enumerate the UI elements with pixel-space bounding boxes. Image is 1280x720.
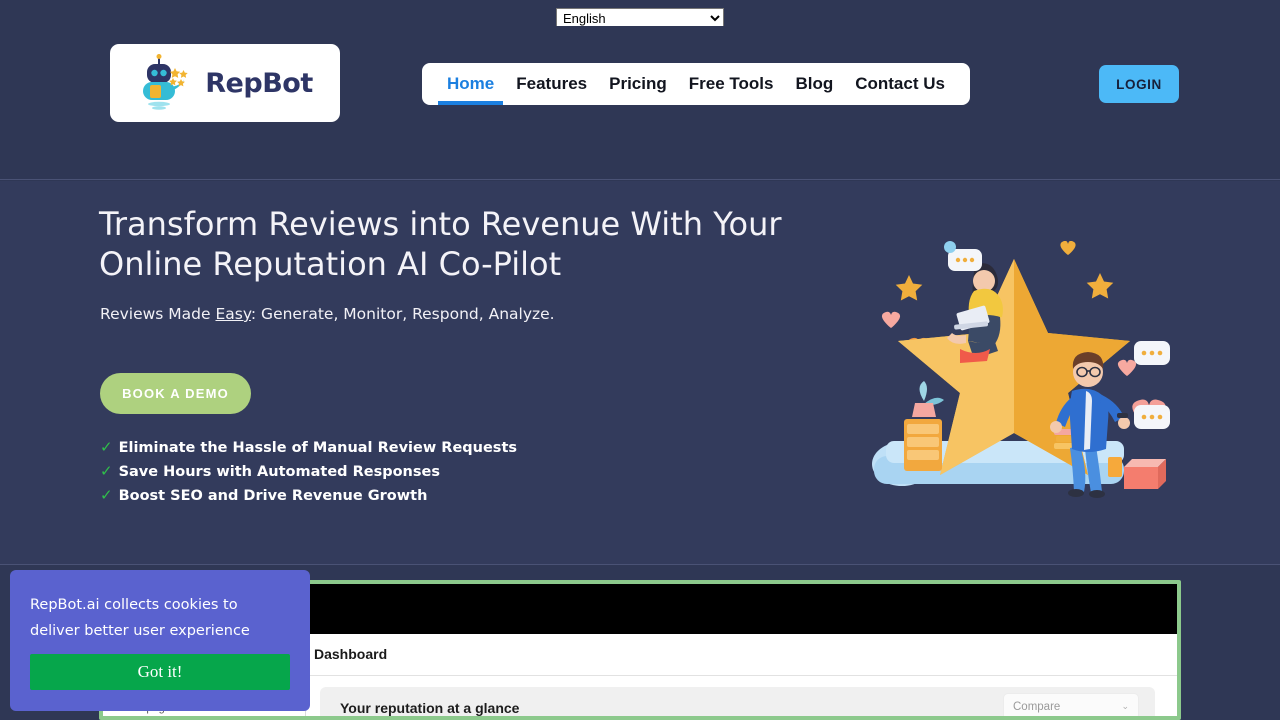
- main-nav: Home Features Pricing Free Tools Blog Co…: [422, 63, 970, 105]
- book-a-demo-button[interactable]: BOOK A DEMO: [100, 373, 251, 414]
- hero-section: Transform Reviews into Revenue With Your…: [0, 181, 1280, 565]
- nav-item-home[interactable]: Home: [436, 63, 505, 105]
- site-header: RepBot Home Features Pricing Free Tools …: [0, 26, 1280, 180]
- nav-item-pricing[interactable]: Pricing: [598, 63, 678, 105]
- dashboard-main: Dashboard Your reputation at a glance Co…: [306, 634, 1177, 716]
- check-mark-icon: ✓: [100, 486, 113, 504]
- nav-item-contact-us[interactable]: Contact Us: [844, 63, 956, 105]
- benefit-label: Eliminate the Hassle of Manual Review Re…: [118, 440, 518, 456]
- list-item: ✓ Save Hours with Automated Responses: [100, 462, 517, 486]
- compare-dropdown[interactable]: Compare ⌄: [1003, 693, 1139, 716]
- list-item: ✓ Eliminate the Hassle of Manual Review …: [100, 438, 517, 462]
- nav-item-free-tools[interactable]: Free Tools: [678, 63, 785, 105]
- dashboard-page-title: Dashboard: [314, 646, 388, 662]
- hero-title-line-1: Transform Reviews into Revenue With Your: [99, 205, 782, 243]
- compare-dropdown-label: Compare: [1013, 700, 1061, 713]
- hero-subtitle-suffix: : Generate, Monitor, Respond, Analyze.: [250, 305, 555, 323]
- hero-benefit-list: ✓ Eliminate the Hassle of Manual Review …: [100, 438, 517, 510]
- 3d-star-with-people-illustration: [872, 241, 1170, 498]
- logo[interactable]: RepBot: [110, 44, 340, 122]
- check-mark-icon: ✓: [100, 462, 113, 480]
- nav-item-features[interactable]: Features: [505, 63, 598, 105]
- login-button[interactable]: LOGIN: [1099, 65, 1179, 103]
- cookie-consent-banner: RepBot.ai collects cookies to deliver be…: [10, 570, 310, 711]
- hero-title-line-2: Online Reputation AI Co-Pilot: [99, 245, 562, 283]
- reputation-card-title: Your reputation at a glance: [340, 700, 520, 716]
- cookie-message: RepBot.ai collects cookies to deliver be…: [30, 592, 290, 644]
- divider: [306, 675, 1177, 676]
- robot-with-stars-icon: [143, 54, 188, 110]
- list-item: ✓ Boost SEO and Drive Revenue Growth: [100, 486, 517, 510]
- page-title: Transform Reviews into Revenue With Your…: [99, 204, 799, 284]
- cookie-message-line-1: RepBot.ai collects cookies to: [30, 597, 238, 613]
- cookie-message-line-2: deliver better user experience: [30, 623, 250, 639]
- check-mark-icon: ✓: [100, 438, 113, 456]
- chevron-down-icon: ⌄: [1121, 701, 1129, 711]
- cookie-accept-button[interactable]: Got it!: [30, 654, 290, 690]
- hero-subtitle: Reviews Made Easy: Generate, Monitor, Re…: [100, 305, 555, 323]
- benefit-label: Save Hours with Automated Responses: [118, 464, 440, 480]
- reputation-card: Your reputation at a glance Compare ⌄: [320, 687, 1155, 716]
- benefit-label: Boost SEO and Drive Revenue Growth: [118, 488, 428, 504]
- hero-subtitle-emphasis: Easy: [215, 305, 251, 323]
- hero-subtitle-prefix: Reviews Made: [100, 305, 216, 323]
- logo-text: RepBot: [205, 67, 313, 99]
- nav-item-blog[interactable]: Blog: [784, 63, 844, 105]
